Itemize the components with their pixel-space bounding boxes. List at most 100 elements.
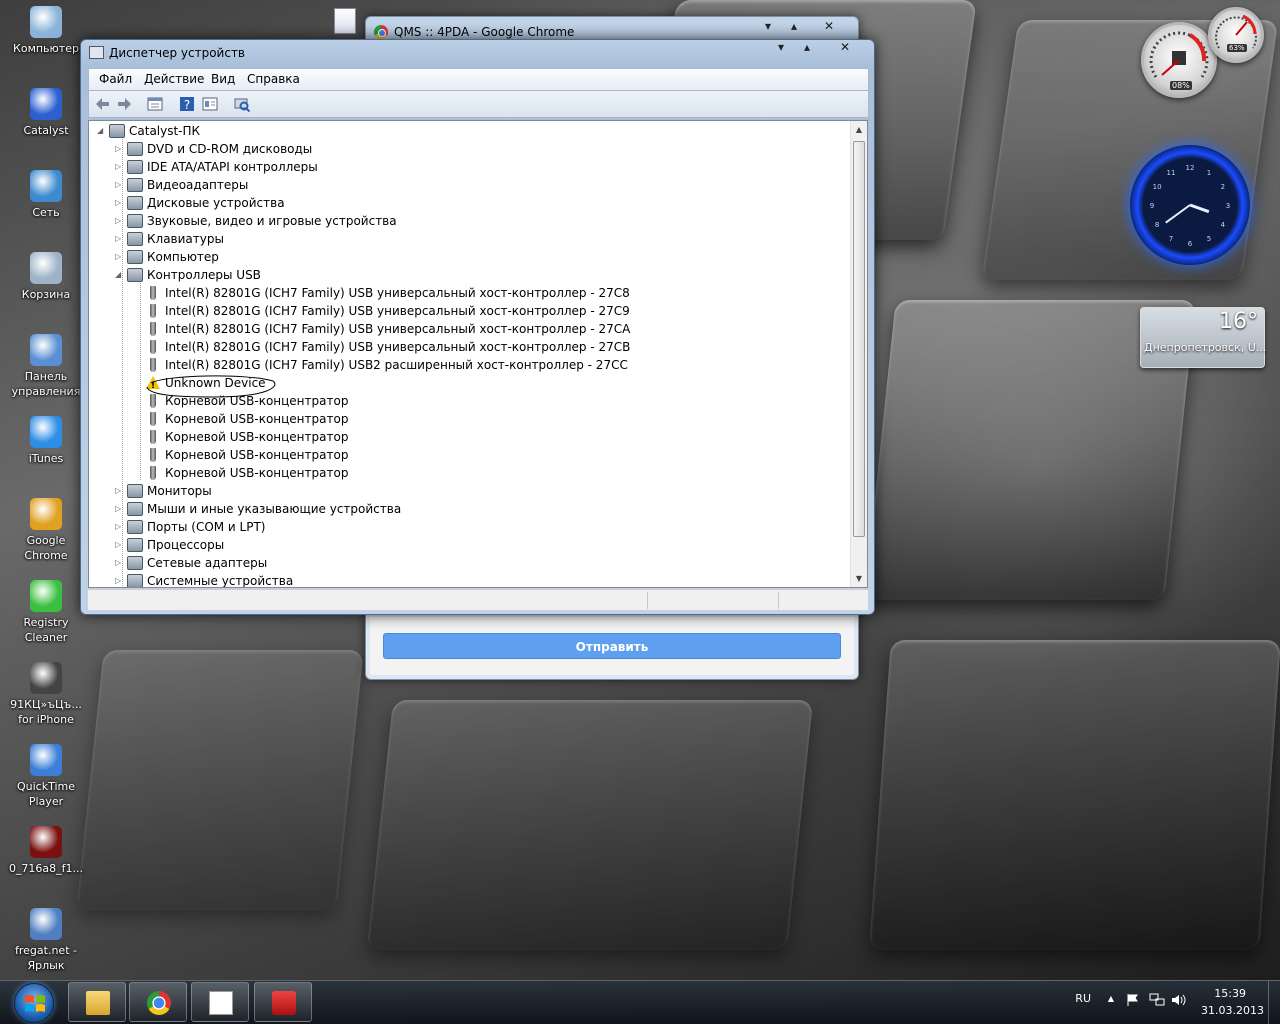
expand-arrow-icon[interactable]: ▷ — [115, 212, 125, 230]
back-arrow-icon[interactable] — [95, 96, 111, 112]
status-bar — [88, 589, 868, 610]
start-button[interactable] — [14, 983, 54, 1023]
collapse-arrow-icon[interactable]: ◢ — [115, 266, 125, 284]
clock-gadget[interactable]: 12 1 2 3 4 5 6 7 8 9 10 11 — [1130, 145, 1250, 265]
desktop-icon[interactable]: 0_716a8_f1... — [8, 826, 84, 876]
close-button[interactable]: ✕ — [819, 19, 839, 33]
scroll-up-arrow-icon[interactable]: ▲ — [851, 121, 867, 138]
taskbar-chrome[interactable] — [129, 982, 187, 1022]
windows-logo-icon — [25, 995, 45, 1012]
close-button[interactable]: ✕ — [835, 40, 855, 54]
clock-time[interactable]: 15:39 — [1214, 987, 1246, 1000]
desktop-file-icon[interactable] — [334, 8, 356, 34]
minimize-button[interactable]: ▾ — [771, 40, 791, 54]
send-button[interactable]: Отправить — [383, 633, 841, 659]
toolbar: ? — [88, 90, 869, 118]
desktop-icon[interactable]: Сеть — [8, 170, 84, 220]
desktop-icon[interactable]: fregat.net - Ярлык — [8, 908, 84, 973]
weather-gadget[interactable]: 16° Днепропетровск, U... — [1140, 307, 1266, 368]
usb-plug-icon — [150, 466, 156, 480]
chrome-window-title: QMS :: 4PDA - Google Chrome — [394, 25, 575, 39]
language-indicator[interactable]: RU — [1075, 992, 1091, 1005]
expand-arrow-icon[interactable]: ▷ — [115, 572, 125, 587]
desktop-icon-label: 91КЦ»ъЦъ... for iPhone — [10, 698, 82, 726]
expand-arrow-icon[interactable]: ▷ — [115, 518, 125, 536]
expand-arrow-icon[interactable]: ▷ — [115, 140, 125, 158]
network-icon[interactable] — [1149, 993, 1165, 1007]
clock-date[interactable]: 31.03.2013 — [1201, 1004, 1264, 1017]
desktop-icon[interactable]: iTunes — [8, 416, 84, 466]
expand-arrow-icon[interactable]: ▷ — [115, 194, 125, 212]
forward-arrow-icon[interactable] — [116, 96, 132, 112]
tree-item-label: DVD и CD-ROM дисководы — [147, 142, 313, 156]
document-icon — [209, 991, 233, 1015]
desktop-icon[interactable]: Корзина — [8, 252, 84, 302]
desktop-icon-label: Компьютер — [13, 42, 79, 55]
collapse-arrow-icon[interactable]: ◢ — [97, 122, 107, 140]
desktop-icon[interactable]: Catalyst — [8, 88, 84, 138]
maximize-button[interactable]: ▴ — [784, 19, 804, 33]
clock-number: 12 — [1186, 164, 1195, 172]
desktop-icon-label: QuickTime Player — [16, 780, 76, 808]
iphone-app-icon — [30, 662, 62, 694]
expand-arrow-icon[interactable]: ▷ — [115, 176, 125, 194]
show-hidden-icons-icon[interactable]: ▲ — [1108, 994, 1114, 1003]
desktop-icon-label: fregat.net - Ярлык — [15, 944, 77, 972]
tree-item-label: Intel(R) 82801G (ICH7 Family) USB2 расши… — [165, 358, 628, 372]
clock-number: 9 — [1150, 202, 1154, 210]
device-tree[interactable]: ◢ Catalyst-ПК ▷ DVD и CD-ROM дисководы ▷ IDE … — [88, 120, 868, 588]
show-desktop-button[interactable] — [1268, 981, 1280, 1024]
taskbar-explorer[interactable] — [68, 982, 126, 1022]
action-center-flag-icon[interactable] — [1126, 993, 1140, 1007]
expand-arrow-icon[interactable]: ▷ — [115, 230, 125, 248]
expand-arrow-icon[interactable]: ▷ — [115, 554, 125, 572]
tree-item-label: Системные устройства — [147, 574, 294, 588]
desktop-icon[interactable]: Registry Cleaner — [8, 580, 84, 645]
desktop-icon[interactable]: QuickTime Player — [8, 744, 84, 809]
menu-file[interactable]: Файл — [99, 72, 132, 86]
scan-hardware-icon[interactable] — [234, 96, 250, 112]
device-manager-window[interactable]: Диспетчер устройств ▾ ▴ ✕ Файл Действие … — [80, 39, 875, 615]
menu-action[interactable]: Действие — [144, 72, 204, 86]
vertical-scrollbar[interactable]: ▲ ▼ — [850, 121, 867, 587]
tree-item-label: Звуковые, видео и игровые устройства — [147, 214, 397, 228]
memory-meter-gadget[interactable]: 63% — [1208, 7, 1264, 63]
menu-view[interactable]: Вид — [211, 72, 235, 86]
minimize-button[interactable]: ▾ — [758, 19, 778, 33]
desktop-icon[interactable]: Компьютер — [8, 6, 84, 56]
expand-arrow-icon[interactable]: ▷ — [115, 536, 125, 554]
clock-number: 5 — [1207, 235, 1211, 243]
desktop-icon[interactable]: Панель управления — [8, 334, 84, 399]
desktop-icon[interactable]: Google Chrome — [8, 498, 84, 563]
menu-help[interactable]: Справка — [247, 72, 300, 86]
chrome-icon — [374, 25, 388, 39]
scrollbar-thumb[interactable] — [853, 141, 865, 537]
desktop-icon-label: 0_716a8_f1... — [8, 862, 84, 875]
expand-arrow-icon[interactable]: ▷ — [115, 158, 125, 176]
tree-item-label: Intel(R) 82801G (ICH7 Family) USB универ… — [165, 340, 631, 354]
show-hide-console-tree-icon[interactable] — [147, 96, 163, 112]
maximize-button[interactable]: ▴ — [797, 40, 817, 54]
expand-arrow-icon[interactable]: ▷ — [115, 248, 125, 266]
tree-item-label: Клавиатуры — [147, 232, 224, 246]
menu-bar: Файл Действие Вид Справка — [88, 68, 869, 90]
properties-icon[interactable] — [202, 96, 218, 112]
tree-item-label: Сетевые адаптеры — [147, 556, 268, 570]
taskbar-device-manager[interactable] — [254, 982, 312, 1022]
desktop-icon[interactable]: 91КЦ»ъЦъ... for iPhone — [8, 662, 84, 727]
taskbar-notepad[interactable] — [191, 982, 249, 1022]
expand-arrow-icon[interactable]: ▷ — [115, 482, 125, 500]
cpu-usage-label: 08% — [1170, 81, 1192, 90]
chrome-icon — [147, 991, 171, 1015]
scroll-down-arrow-icon[interactable]: ▼ — [851, 570, 867, 587]
minute-hand — [1165, 204, 1191, 224]
window-title: Диспетчер устройств — [109, 46, 246, 60]
cpu-meter-gadget[interactable]: 08% — [1141, 22, 1217, 98]
tree-item-label: Catalyst-ПК — [129, 124, 201, 138]
expand-arrow-icon[interactable]: ▷ — [115, 500, 125, 518]
desktop-icon-label: Панель управления — [11, 370, 81, 398]
help-icon[interactable]: ? — [179, 96, 195, 112]
computer-icon — [109, 124, 125, 138]
volume-icon[interactable] — [1171, 993, 1187, 1007]
desktop-icon-label: iTunes — [28, 452, 64, 465]
